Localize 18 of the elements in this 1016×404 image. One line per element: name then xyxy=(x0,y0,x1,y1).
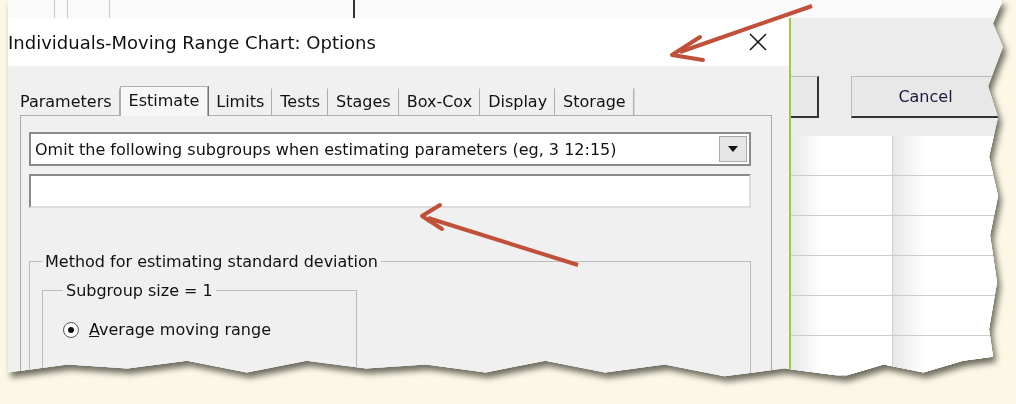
close-icon xyxy=(749,33,767,52)
tab[interactable]: Estimate xyxy=(119,86,209,116)
tab[interactable]: Tests xyxy=(272,88,329,115)
dropdown-button[interactable] xyxy=(719,136,747,162)
window-title: Individuals-Moving Range Chart: Options xyxy=(8,31,376,53)
input-field[interactable] xyxy=(29,174,751,208)
cancel-button[interactable]: Cancel xyxy=(851,76,1001,118)
radio-button[interactable] xyxy=(63,321,79,338)
dropdown[interactable]: Omit the following subgroups when estimating parameters (eg, 3 12:15) xyxy=(29,132,751,166)
group-title: Method for estimating standard deviation xyxy=(44,252,379,271)
tab[interactable]: Box-Cox xyxy=(398,88,481,115)
caret-icon xyxy=(728,146,738,152)
group-title: Subgroup size = 1 xyxy=(65,281,214,300)
radio-label[interactable]: Average moving range xyxy=(89,320,271,339)
tab[interactable]: Storage xyxy=(555,88,634,115)
tab[interactable]: Stages xyxy=(328,88,399,115)
tab[interactable]: Display xyxy=(480,88,556,115)
partial-button[interactable] xyxy=(791,76,819,118)
